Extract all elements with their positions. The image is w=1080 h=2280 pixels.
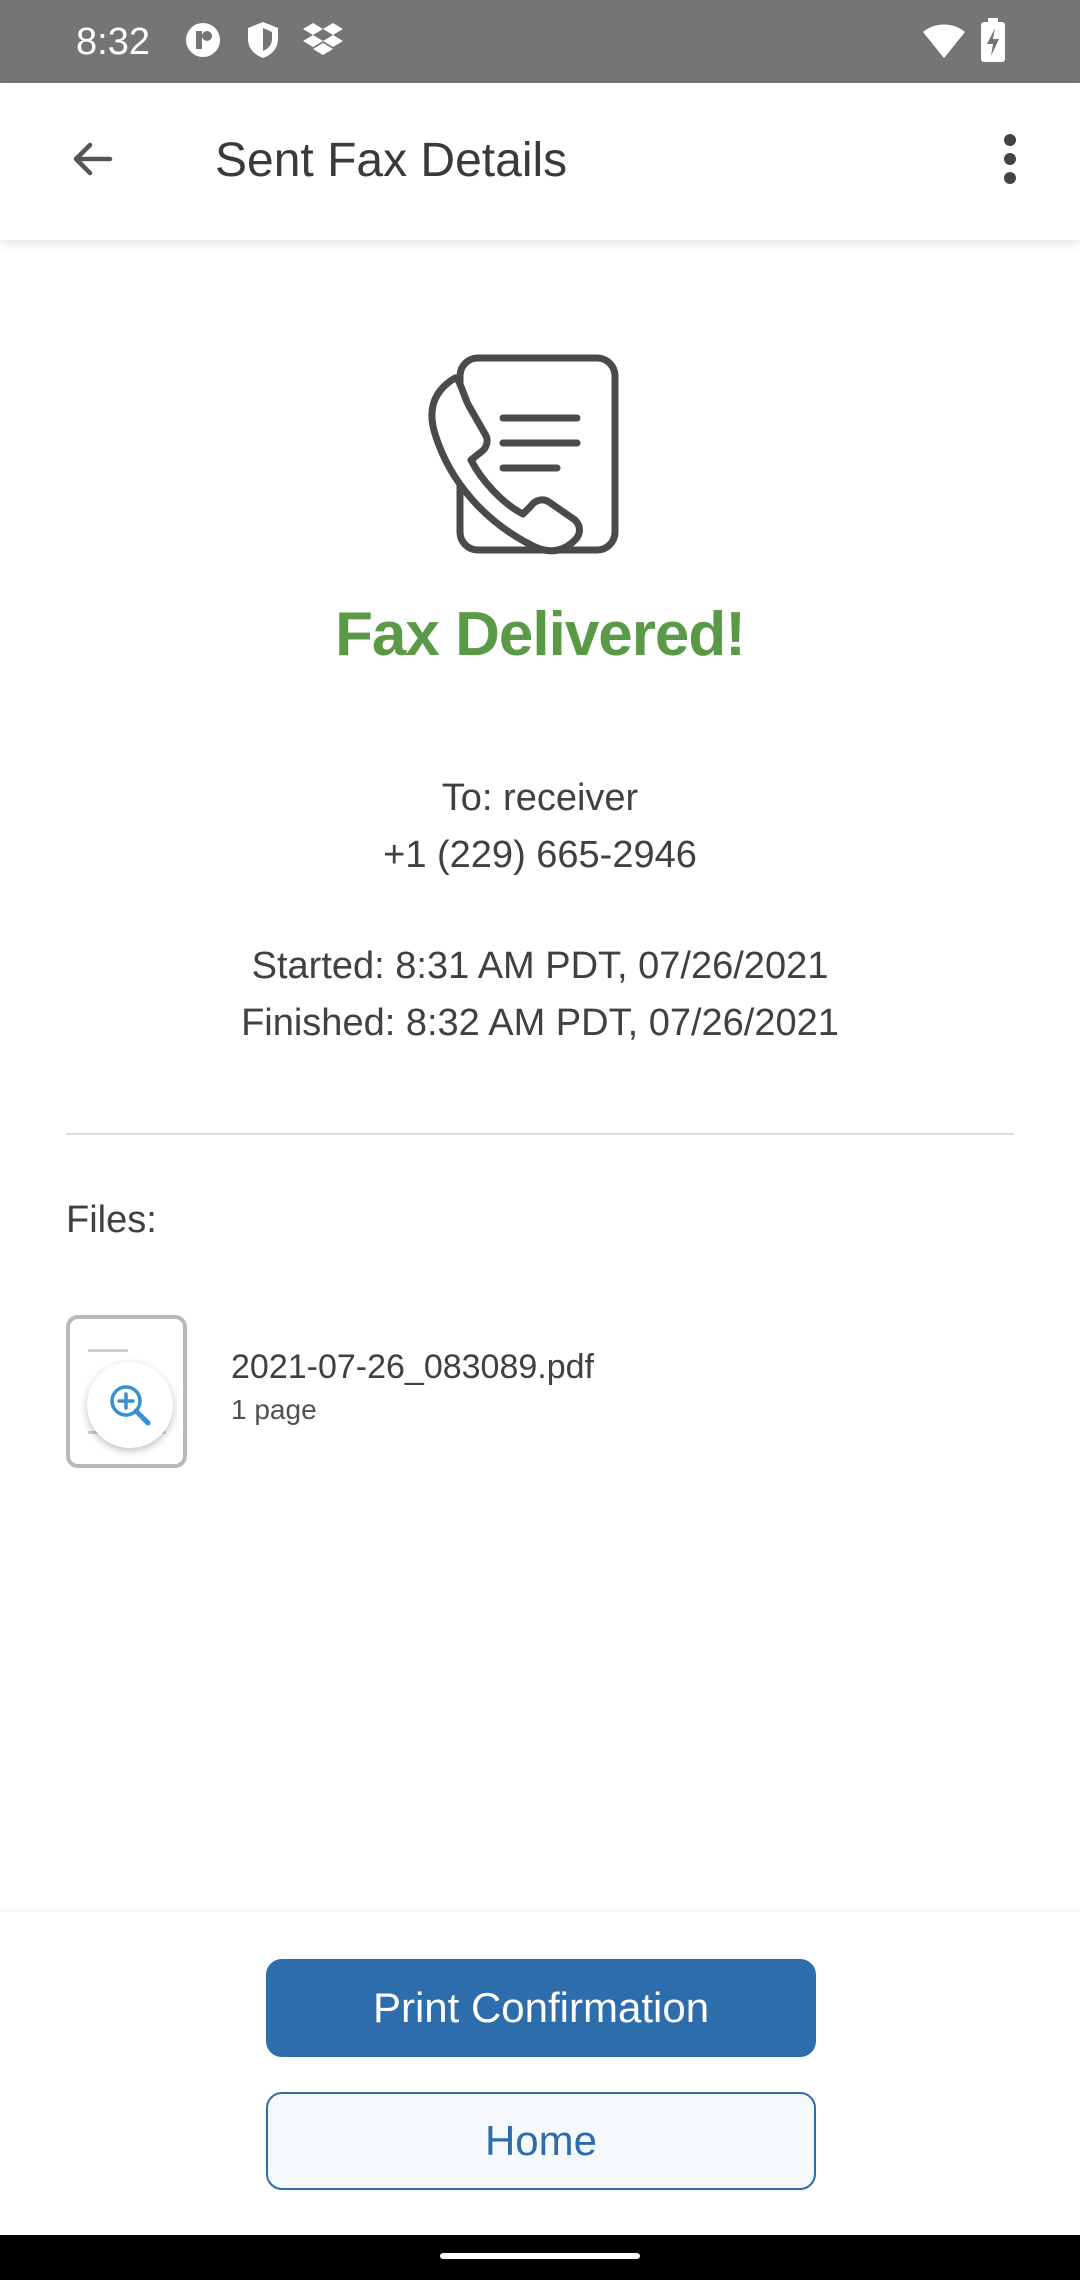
file-page-count: 1 page (231, 1394, 317, 1425)
finished-time: Finished: 8:32 AM PDT, 07/26/2021 (241, 1002, 839, 1044)
file-name: 2021-07-26_083089.pdf (231, 1348, 594, 1386)
section-divider (66, 1133, 1014, 1135)
recipient-name: To: receiver (441, 777, 639, 819)
fax-phone-document-icon (425, 350, 625, 560)
action-panel: Print Confirmation Home (0, 1912, 1080, 2235)
started-time: Started: 8:31 AM PDT, 07/26/2021 (251, 945, 829, 987)
wifi-icon (922, 22, 966, 65)
back-button[interactable] (52, 121, 132, 201)
battery-charging-icon (980, 18, 1006, 67)
delivery-status-heading: Fax Delivered! (335, 600, 746, 669)
status-time: 8:32 (76, 21, 150, 63)
system-nav-bar (0, 2235, 1080, 2280)
recipient-phone: +1 (229) 665-2946 (383, 834, 697, 876)
zoom-in-icon[interactable] (87, 1362, 173, 1448)
more-options-button[interactable] (970, 121, 1050, 201)
shield-icon (245, 20, 281, 65)
fax-details-content: Fax Delivered! To: receiver +1 (229) 665… (0, 240, 1080, 1912)
print-confirmation-button[interactable]: Print Confirmation (266, 1959, 816, 2057)
more-vert-icon (1002, 133, 1018, 189)
app-bar: Sent Fax Details (0, 83, 1080, 240)
dropbox-icon (302, 20, 344, 65)
screen-record-icon (183, 20, 223, 65)
status-bar: 8:32 (0, 0, 1080, 83)
arrow-back-icon (68, 135, 116, 188)
file-thumbnail[interactable] (66, 1315, 187, 1468)
files-label: Files: (66, 1199, 157, 1241)
file-item[interactable]: 2021-07-26_083089.pdf 1 page (66, 1315, 1014, 1470)
home-indicator[interactable] (440, 2253, 640, 2259)
page-title: Sent Fax Details (215, 134, 568, 187)
home-button[interactable]: Home (266, 2092, 816, 2190)
